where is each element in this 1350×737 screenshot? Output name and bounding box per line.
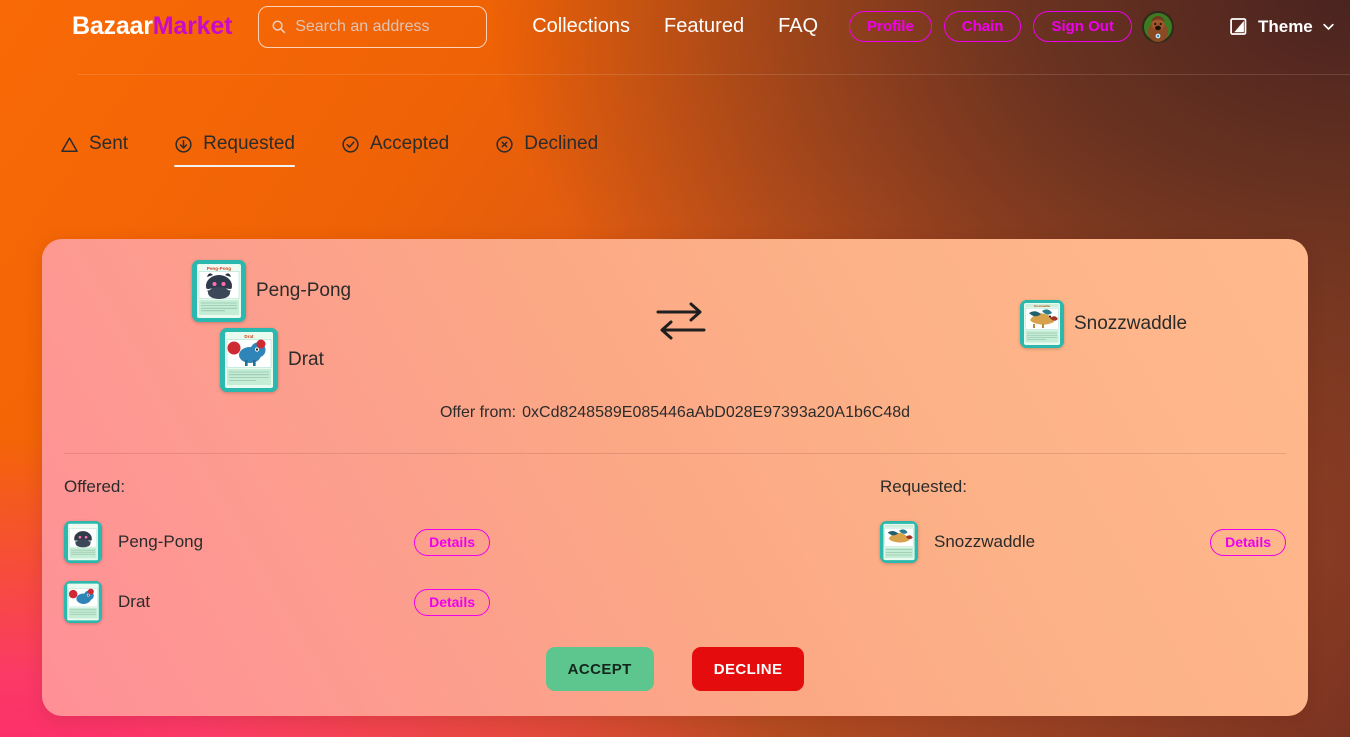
- search-icon: [272, 20, 286, 34]
- header-divider: [78, 74, 1350, 75]
- card-thumbnail-pengpong-small: [64, 521, 102, 563]
- trading-card-art-pengpong: Peng-Pong: [192, 260, 246, 322]
- card-thumbnail-drat: Drat: [220, 328, 278, 392]
- theme-switcher[interactable]: Theme: [1229, 16, 1336, 37]
- offer-from-label: Offer from:: [439, 404, 517, 421]
- summary-offered-name-0: Peng-Pong: [256, 280, 352, 301]
- tab-sent[interactable]: Sent: [60, 133, 128, 167]
- offer-from-line: Offer from: 0xCd8248589E085446aAbD028E973…: [42, 404, 1308, 422]
- decline-button[interactable]: DECLINE: [691, 647, 805, 691]
- offered-row-1: Drat Details: [64, 579, 880, 625]
- nav-link-collections[interactable]: Collections: [515, 15, 647, 38]
- warning-triangle-icon: [61, 136, 78, 152]
- tab-declined-label: Declined: [524, 133, 599, 154]
- summary-requested-name-0: Snozzwaddle: [1074, 313, 1188, 334]
- card-thumbnail-snozzwaddle-small: [880, 521, 918, 563]
- card-thumbnail-drat-small: [64, 581, 102, 623]
- card-thumbnail-pengpong: Peng-Pong: [192, 260, 246, 322]
- avatar[interactable]: [1141, 10, 1174, 43]
- trading-card-art-pengpong-small: [64, 521, 102, 563]
- arrow-down-circle-icon: [175, 135, 192, 153]
- requested-details-button-0[interactable]: Details: [1210, 528, 1286, 556]
- trade-details-columns: Offered: Peng-Pong Details Drat Details …: [42, 477, 1308, 639]
- summary-requested-item-0[interactable]: Snozzwaddle Snozzwaddle: [1020, 300, 1187, 348]
- trade-summary-area: Peng-Pong Peng-Pong Drat Drat Snozzwaddl…: [42, 239, 1308, 445]
- search-input[interactable]: [295, 17, 475, 36]
- requested-row-0: Snozzwaddle Details: [880, 519, 1308, 565]
- trading-card-art-drat-small: [64, 581, 102, 623]
- tab-sent-label: Sent: [89, 133, 129, 154]
- offered-details-button-1[interactable]: Details: [414, 588, 490, 616]
- sign-out-button[interactable]: Sign Out: [1033, 11, 1132, 42]
- svg-text:Peng-Pong: Peng-Pong: [207, 266, 231, 271]
- swap-arrows-icon: [656, 302, 706, 340]
- brand-logo[interactable]: BazaarMarket: [72, 12, 232, 41]
- contrast-page-icon: [1230, 18, 1247, 35]
- trading-card-art-snozzwaddle-small: [880, 521, 918, 563]
- offered-title: Offered:: [64, 477, 126, 496]
- offered-row-0: Peng-Pong Details: [64, 519, 880, 565]
- offered-name-0: Peng-Pong: [118, 532, 204, 551]
- offered-name-1: Drat: [118, 592, 151, 611]
- trade-status-tabs: Sent Requested Accepted Declined: [60, 133, 644, 167]
- accept-button[interactable]: ACCEPT: [545, 647, 654, 691]
- profile-button[interactable]: Profile: [849, 11, 932, 42]
- summary-offered-item-0[interactable]: Peng-Pong Peng-Pong: [192, 260, 351, 322]
- trading-card-art-drat: Drat: [220, 328, 278, 392]
- nav-link-featured[interactable]: Featured: [647, 15, 761, 38]
- brand-secondary: Market: [152, 12, 233, 40]
- theme-label: Theme: [1257, 16, 1313, 36]
- offer-from-address[interactable]: 0xCd8248589E085446aAbD028E97393a20A1b6C4…: [522, 404, 910, 421]
- tab-requested-label: Requested: [203, 133, 295, 154]
- tab-accepted-label: Accepted: [370, 133, 450, 154]
- chain-button[interactable]: Chain: [943, 11, 1022, 42]
- nav-link-faq[interactable]: FAQ: [761, 15, 835, 38]
- x-circle-icon: [496, 135, 513, 153]
- chevron-down-icon[interactable]: [1321, 19, 1336, 34]
- user-avatar-icon: [1141, 10, 1174, 43]
- top-header: BazaarMarket Collections Featured FAQ Pr…: [0, 0, 1350, 53]
- tab-requested[interactable]: Requested: [174, 133, 295, 167]
- panel-divider: [64, 453, 1286, 454]
- offered-details-button-0[interactable]: Details: [414, 528, 490, 556]
- check-circle-icon: [342, 135, 359, 153]
- summary-offered-item-1[interactable]: Drat Drat: [220, 328, 324, 392]
- search-box[interactable]: [258, 5, 488, 48]
- requested-title: Requested:: [880, 477, 967, 496]
- svg-text:Drat: Drat: [244, 334, 254, 339]
- requested-name-0: Snozzwaddle: [934, 532, 1036, 551]
- trade-offer-panel: Peng-Pong Peng-Pong Drat Drat Snozzwaddl…: [42, 239, 1308, 716]
- tab-declined[interactable]: Declined: [495, 133, 598, 167]
- trade-actions: ACCEPT DECLINE: [42, 647, 1308, 691]
- svg-text:Snozzwaddle: Snozzwaddle: [1034, 304, 1051, 308]
- requested-column: Requested: Snozzwaddle Details: [880, 477, 1308, 639]
- main-nav: Collections Featured FAQ: [515, 15, 835, 38]
- tab-accepted[interactable]: Accepted: [341, 133, 449, 167]
- brand-primary: Bazaar: [72, 12, 153, 40]
- card-thumbnail-snozzwaddle: Snozzwaddle: [1020, 300, 1064, 348]
- trading-card-art-snozzwaddle: Snozzwaddle: [1020, 300, 1064, 348]
- offered-column: Offered: Peng-Pong Details Drat Details: [42, 477, 880, 639]
- summary-offered-name-1: Drat: [288, 349, 324, 370]
